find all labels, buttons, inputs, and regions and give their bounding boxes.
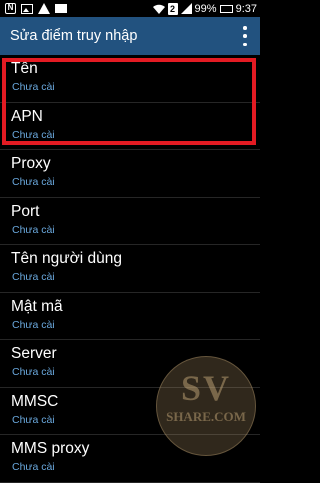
setting-label: MMSC	[11, 392, 59, 410]
setting-value: Chưa cài	[12, 176, 55, 188]
setting-value: Chưa cài	[12, 318, 55, 331]
setting-proxy[interactable]: Proxy Chưa cài	[0, 150, 260, 198]
setting-value: Chưa cài	[12, 81, 55, 93]
setting-value: Chưa cài	[12, 413, 55, 426]
apn-settings-list: Tên Chưa cài APN Chưa cài Proxy Chưa cài…	[0, 55, 260, 483]
overflow-menu-icon[interactable]	[242, 26, 248, 46]
setting-label: Mật mã	[11, 297, 63, 315]
setting-mmsc[interactable]: MMSC Chưa cài	[0, 388, 260, 435]
setting-label: MMS proxy	[11, 440, 90, 457]
setting-label: Server	[11, 345, 57, 362]
setting-password[interactable]: Mật mã Chưa cài	[0, 293, 260, 340]
mail-icon	[55, 4, 67, 13]
clock: 9:37	[235, 2, 257, 15]
action-bar: Sửa điểm truy nhập	[0, 17, 260, 55]
signal-icon	[180, 3, 192, 14]
battery-icon	[219, 4, 233, 13]
image-icon	[21, 3, 33, 14]
setting-value: Chưa cài	[12, 271, 55, 283]
page-title: Sửa điểm truy nhập	[10, 28, 138, 44]
setting-label: Tên người dùng	[11, 250, 123, 267]
setting-name[interactable]: Tên Chưa cài	[0, 55, 260, 103]
status-bar: N 2 99% 9:37	[0, 0, 260, 17]
notification-n-icon: N	[5, 3, 16, 14]
wifi-icon	[152, 4, 165, 14]
setting-label: Proxy	[11, 155, 51, 172]
battery-percent: 99%	[194, 2, 217, 15]
setting-server[interactable]: Server Chưa cài	[0, 340, 260, 388]
setting-mms-proxy[interactable]: MMS proxy Chưa cài	[0, 435, 260, 483]
setting-label: Tên	[11, 60, 38, 77]
setting-value: Chưa cài	[12, 366, 55, 378]
warning-icon	[38, 3, 50, 14]
sim-2-icon: 2	[167, 2, 178, 15]
setting-value: Chưa cài	[12, 128, 55, 141]
setting-label: APN	[11, 107, 43, 125]
setting-username[interactable]: Tên người dùng Chưa cài	[0, 245, 260, 293]
setting-label: Port	[11, 202, 40, 220]
setting-port[interactable]: Port Chưa cài	[0, 198, 260, 245]
setting-value: Chưa cài	[12, 223, 55, 236]
setting-value: Chưa cài	[12, 461, 55, 473]
setting-apn[interactable]: APN Chưa cài	[0, 103, 260, 150]
